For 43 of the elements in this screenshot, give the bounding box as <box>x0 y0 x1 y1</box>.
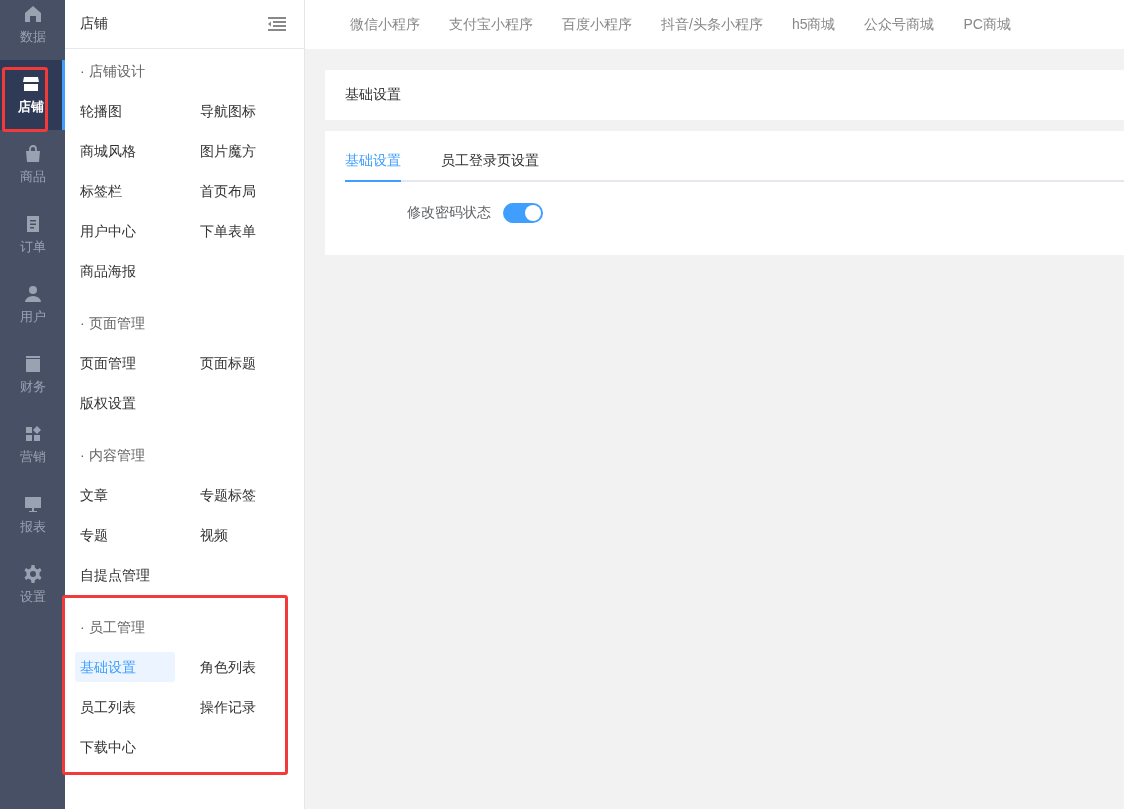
group-title: · 员工管理 <box>79 618 146 637</box>
menu-item[interactable]: 商品海报 <box>75 256 175 286</box>
menu-item[interactable]: 页面管理 <box>75 348 175 378</box>
collapse-menu-icon[interactable] <box>268 17 286 31</box>
menu-item[interactable]: 页面标题 <box>195 348 295 378</box>
menu-item[interactable]: 轮播图 <box>75 96 175 126</box>
menu-item[interactable]: 商城风格 <box>75 136 175 166</box>
menu-item[interactable]: 角色列表 <box>195 652 295 682</box>
home-icon <box>22 4 43 24</box>
group-title: · 页面管理 <box>79 314 146 333</box>
tab[interactable]: 员工登录页设置 <box>441 131 539 182</box>
menu-item[interactable]: 下单表单 <box>195 216 295 246</box>
platform-tab[interactable]: 支付宝小程序 <box>449 15 533 34</box>
user-icon <box>22 284 43 304</box>
gear-icon <box>22 564 43 584</box>
menu-item[interactable]: 专题标签 <box>195 480 295 510</box>
page-title: 基础设置 <box>345 86 401 104</box>
menu-item[interactable]: 首页布局 <box>195 176 295 206</box>
menu-item[interactable]: 视频 <box>195 520 295 550</box>
platform-tab[interactable]: h5商城 <box>791 15 836 34</box>
toggle-switch[interactable] <box>503 203 543 223</box>
group-title: · 店铺设计 <box>79 62 146 81</box>
menu-item[interactable]: 员工列表 <box>75 692 175 722</box>
menu-item[interactable]: 操作记录 <box>195 692 295 722</box>
menu-item[interactable]: 图片魔方 <box>195 136 295 166</box>
platform-tab[interactable]: 公众号商城 <box>864 15 935 34</box>
field-label: 修改密码状态 <box>406 204 492 222</box>
shop-icon <box>21 74 41 94</box>
group-title: · 内容管理 <box>79 446 146 465</box>
menu-item[interactable]: 下载中心 <box>75 732 175 762</box>
menu-item[interactable]: 自提点管理 <box>75 560 175 590</box>
menu-item[interactable]: 版权设置 <box>75 388 175 418</box>
menu-item[interactable]: 专题 <box>75 520 175 550</box>
menu-item[interactable]: 文章 <box>75 480 175 510</box>
platform-tab[interactable]: PC商城 <box>963 15 1011 34</box>
nav-item[interactable]: 店铺 <box>0 60 65 130</box>
menu-item[interactable]: 标签栏 <box>75 176 175 206</box>
platform-tab[interactable]: 百度小程序 <box>562 15 632 34</box>
platform-tab[interactable]: 微信小程序 <box>350 15 420 34</box>
sidebar-title: 店铺 <box>80 15 108 33</box>
menu-item[interactable]: 用户中心 <box>75 216 175 246</box>
menu-item[interactable]: 导航图标 <box>195 96 295 126</box>
platform-tab[interactable]: 抖音/头条小程序 <box>661 15 763 34</box>
